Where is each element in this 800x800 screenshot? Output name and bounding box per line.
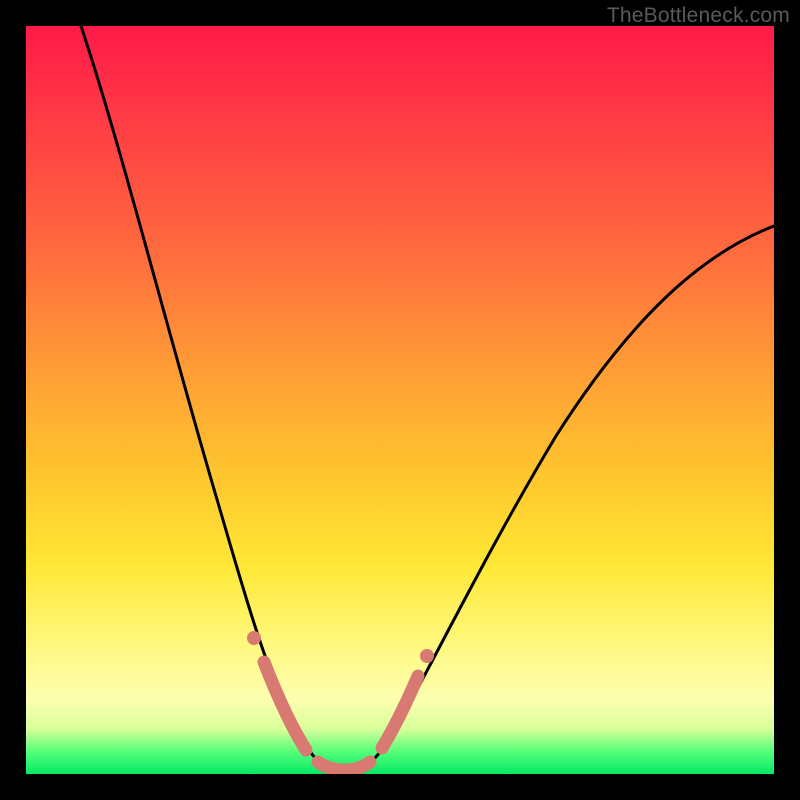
chart-plot-area bbox=[26, 26, 774, 774]
accent-segment-trough bbox=[318, 762, 370, 770]
bottleneck-curve bbox=[26, 26, 774, 774]
curve-left-branch bbox=[81, 26, 331, 770]
accent-segment-left bbox=[264, 662, 306, 750]
chart-frame: TheBottleneck.com bbox=[0, 0, 800, 800]
accent-segment-right bbox=[382, 676, 418, 748]
curve-right-branch bbox=[358, 226, 774, 770]
accent-dot-right bbox=[420, 649, 434, 663]
watermark-text: TheBottleneck.com bbox=[607, 4, 790, 28]
accent-dot-left bbox=[247, 631, 261, 645]
